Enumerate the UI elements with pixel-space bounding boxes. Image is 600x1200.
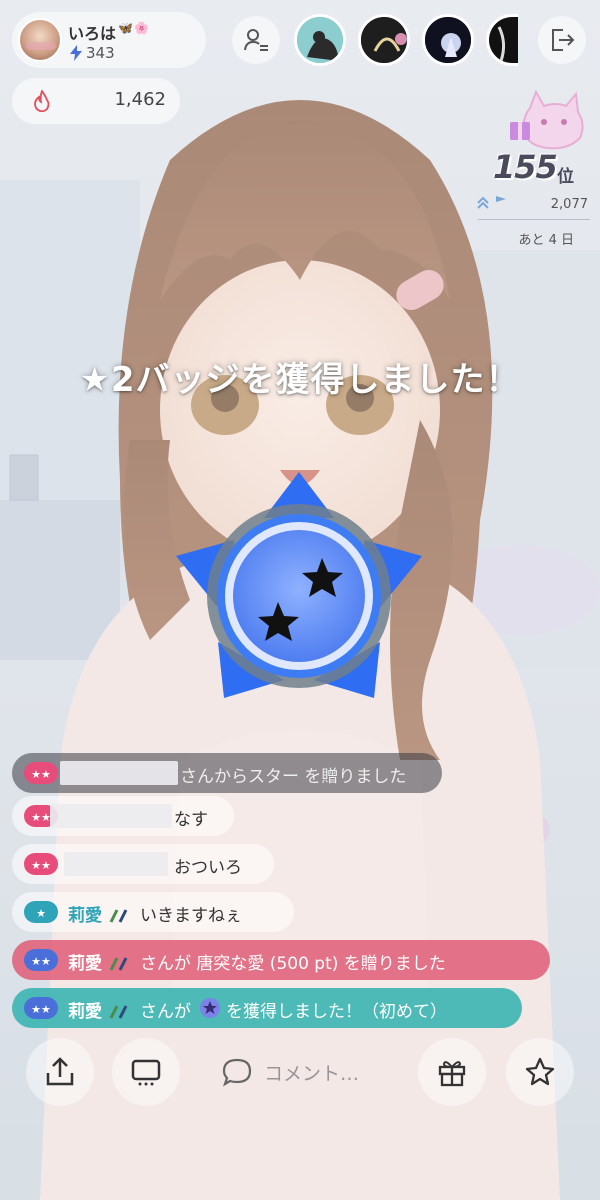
star-badge: ★ (24, 901, 58, 923)
star-badge-icon: ★ (36, 907, 46, 920)
ranking-divider (478, 219, 590, 220)
svg-text:★★: ★★ (31, 768, 51, 781)
fire-points[interactable]: 1,462 (12, 78, 180, 124)
svg-text:★★: ★★ (31, 811, 51, 824)
microphone-icon (110, 957, 128, 971)
ranking-position: 155 (493, 148, 558, 186)
star-icon (525, 1057, 555, 1086)
chat-author-name: 莉愛 (68, 906, 102, 926)
microphone-icon (110, 909, 128, 923)
chat-bubble-icon (222, 1058, 252, 1087)
star-badge-icon: ★★ (31, 955, 51, 968)
viewer-avatar-1[interactable] (294, 14, 346, 66)
star-badge-mini-icon (200, 998, 220, 1018)
chat-message: ★★ おついろ (12, 844, 274, 884)
chat-gift-message: ★★ 莉愛 さんが 唐突な愛 (500 pt) を贈りました (12, 940, 550, 980)
streamer-profile[interactable]: いろは 🦋🌸 343 (12, 12, 206, 68)
ranking-days-left: あと 4 日 (518, 233, 574, 248)
chat-message: ★ 莉愛 いきますねぇ (12, 892, 294, 932)
exit-icon (552, 29, 575, 51)
viewer-avatar-3[interactable] (422, 14, 474, 66)
streamer-name-emoji: 🦋🌸 (118, 21, 150, 35)
chat-message-text: いきますねぇ (140, 906, 242, 926)
gift-button[interactable] (418, 1038, 486, 1106)
chat-message-text-before: さんが (140, 1002, 191, 1022)
star-badge-icon: ★★ (31, 859, 51, 872)
chat-badge-message: ★★ 莉愛 さんが を獲得しました！（初めて） (12, 988, 522, 1028)
svg-text:★★: ★★ (31, 955, 51, 968)
chat-message-text-after: を獲得しました！（初めて） (226, 1002, 447, 1022)
chat-author-name: 莉愛 (68, 1002, 102, 1022)
gift-icon (438, 1061, 466, 1087)
svg-text:★★: ★★ (31, 859, 51, 872)
comment-input[interactable]: コメント… (196, 1038, 406, 1106)
user-list-icon (244, 29, 268, 51)
favorite-button[interactable] (506, 1038, 574, 1106)
star-badge: ★★ (24, 762, 58, 784)
star-badge: ★★ (24, 853, 58, 875)
star-badge: ★★ (24, 949, 58, 971)
screen-icon (131, 1059, 161, 1086)
comment-placeholder: コメント… (264, 1062, 360, 1085)
star2-badge-icon (176, 472, 422, 698)
star-badge-icon: ★★ (31, 768, 51, 781)
redacted-username (50, 804, 172, 828)
chat-author-name: 莉愛 (68, 954, 102, 974)
viewer-avatar-4-image (489, 17, 518, 63)
svg-text:★★: ★★ (31, 1003, 51, 1016)
bolt-icon (70, 45, 82, 61)
user-list-button[interactable] (232, 16, 280, 64)
chat-message-text: さんからスター を贈りました (180, 767, 407, 787)
streamer-follower-count: 343 (86, 44, 115, 62)
chat-message-text: なす (174, 810, 208, 830)
streamer-avatar (18, 18, 62, 62)
exit-button[interactable] (538, 16, 586, 64)
svg-text:★: ★ (36, 907, 46, 920)
chat-author-line: 莉愛 (68, 901, 129, 926)
ranking-event-icon[interactable] (506, 84, 590, 158)
share-icon (46, 1057, 74, 1086)
ranking-points: 2,077 (550, 197, 588, 212)
ranking-up-icon (477, 196, 506, 209)
chat-message: ★★ さんからスター を贈りました (12, 753, 442, 793)
chat-author-line: 莉愛 (68, 997, 129, 1022)
streamer-name: いろは (68, 24, 117, 43)
fire-icon (34, 90, 50, 112)
chat-message-text: おついろ (174, 858, 242, 878)
screen-button[interactable] (112, 1038, 180, 1106)
ranking-suffix: 位 (557, 167, 574, 187)
redacted-username (60, 761, 178, 785)
badge-announcement-title: ★2バッジを獲得しました！ (79, 360, 521, 400)
chat-message: ★★ なす (12, 796, 234, 836)
redacted-username (64, 852, 168, 876)
chat-message-text: さんが 唐突な愛 (500 pt) を贈りました (140, 954, 446, 974)
chat-author-line: 莉愛 (68, 949, 129, 974)
share-button[interactable] (26, 1038, 94, 1106)
star-badge-icon: ★★ (31, 1003, 51, 1016)
star-badge: ★★ (24, 997, 58, 1019)
microphone-icon (110, 1005, 128, 1019)
fire-count: 1,462 (114, 89, 166, 110)
viewer-avatar-2[interactable] (358, 14, 410, 66)
